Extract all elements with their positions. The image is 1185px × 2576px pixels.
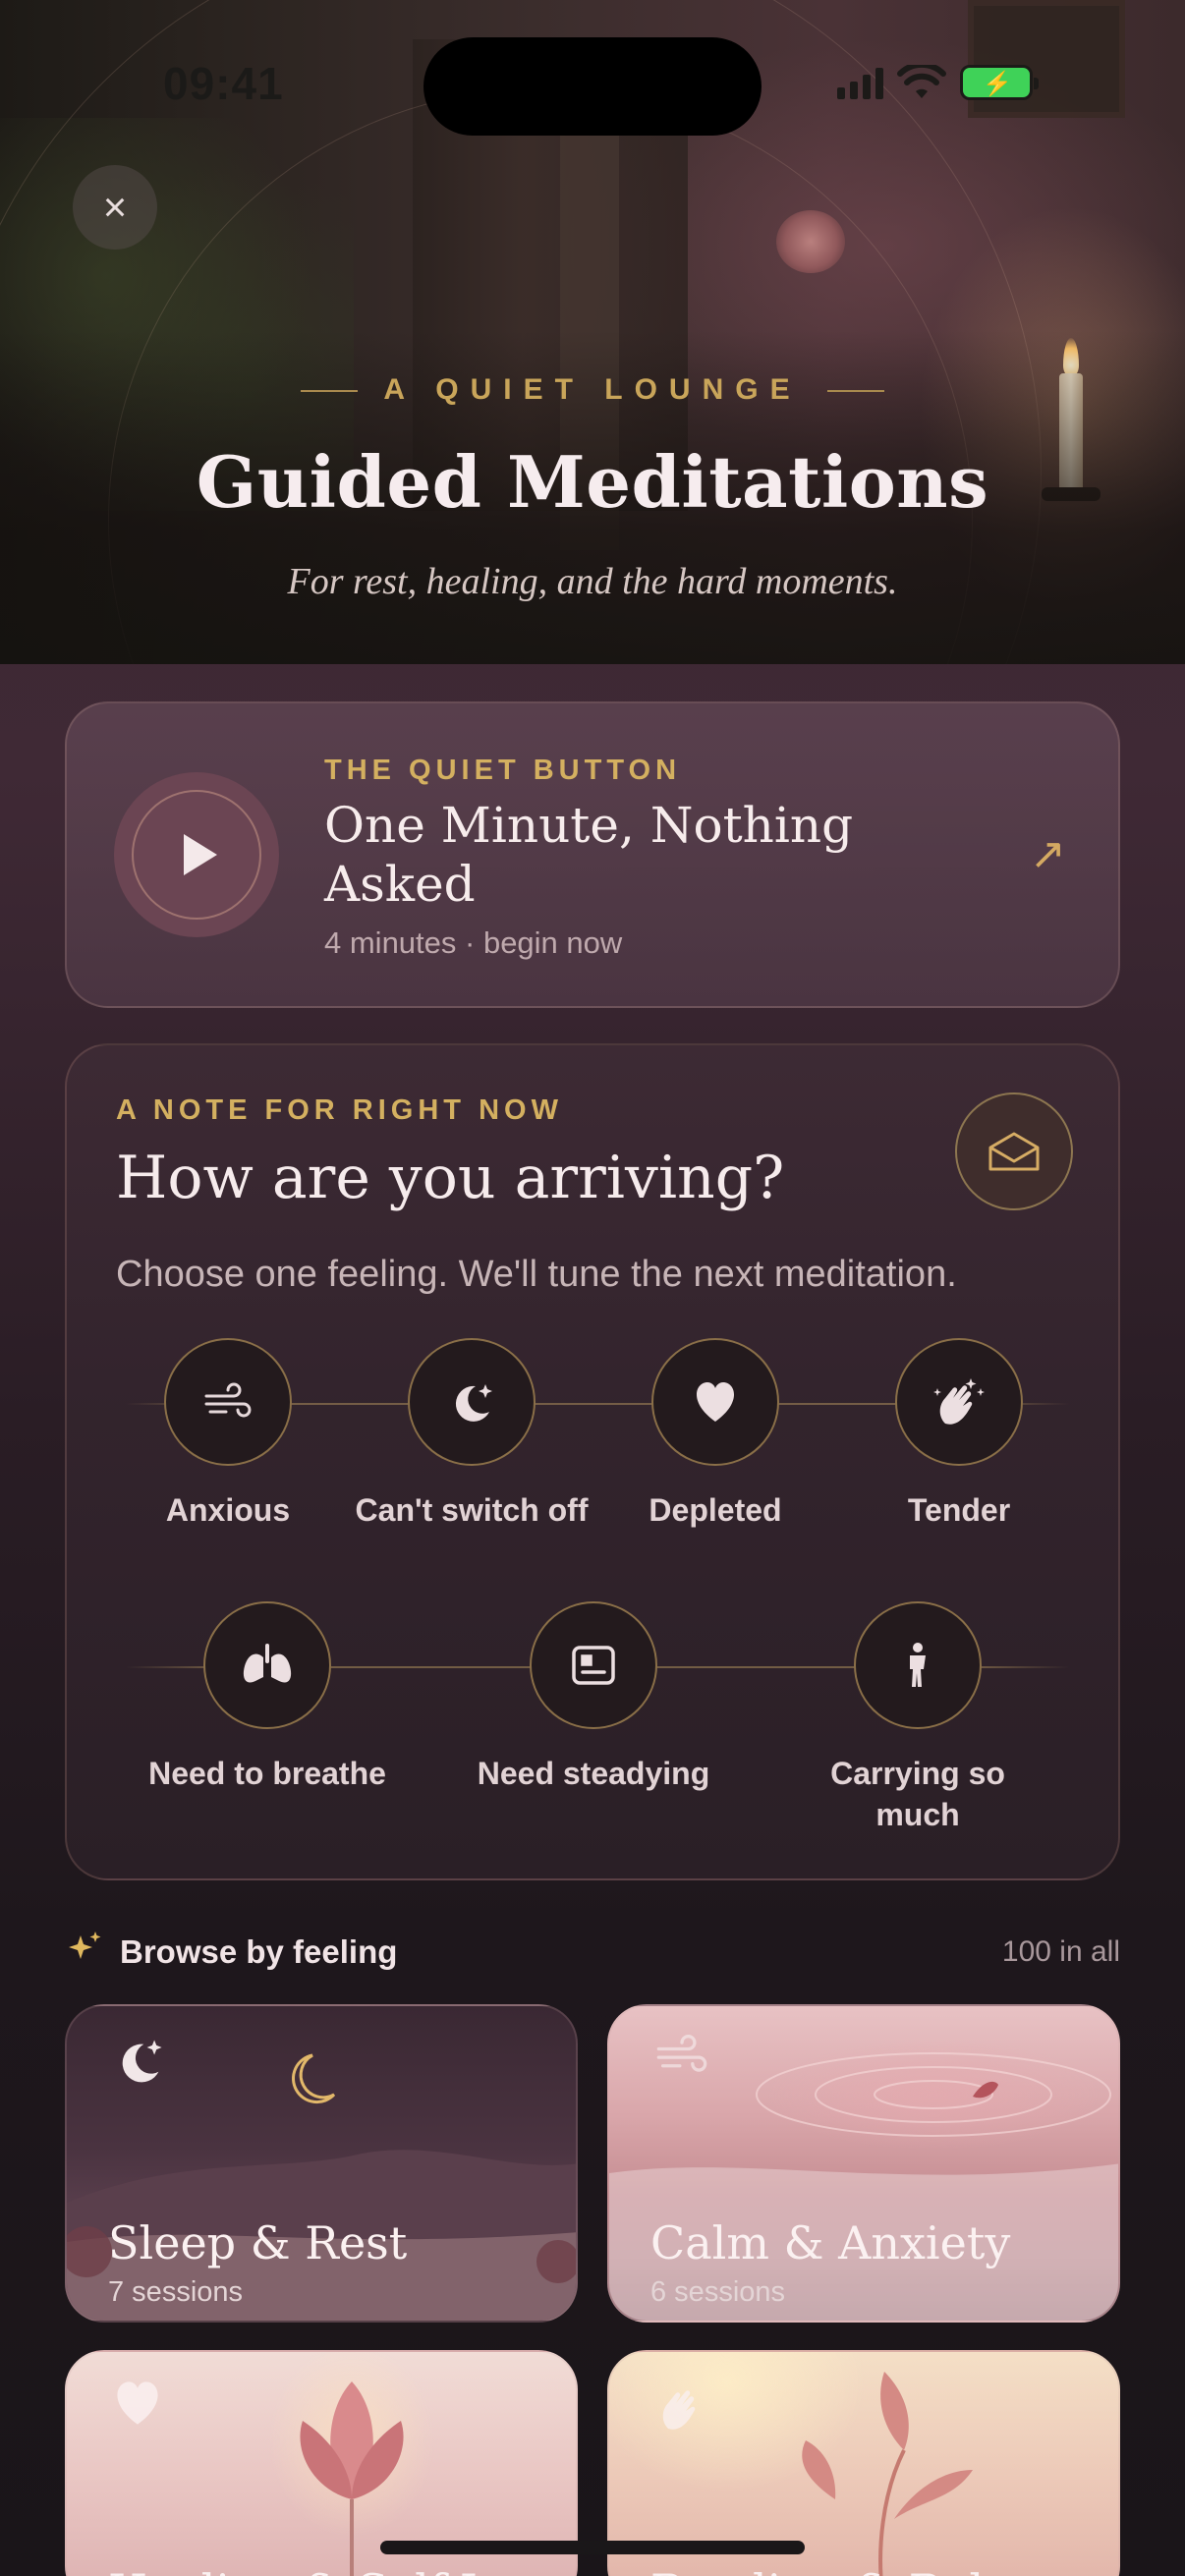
quiet-button-card[interactable]: THE QUIET BUTTON One Minute, Nothing Ask… — [65, 701, 1120, 1008]
feeling-anxious[interactable]: Anxious — [100, 1338, 356, 1531]
quiet-button-kicker: THE QUIET BUTTON — [324, 755, 682, 786]
category-tile-calm[interactable]: Calm & Anxiety 6 sessions — [607, 2004, 1120, 2323]
screen: 09:41 ⚡ × A QUIET LOUNGE Guided Meditati… — [0, 0, 1185, 2576]
feeling-cant-switch-off[interactable]: Can't switch off — [344, 1338, 599, 1531]
feeling-label: Can't switch off — [355, 1492, 589, 1528]
lungs-icon — [203, 1601, 331, 1729]
tile-name: Calm & Anxiety — [650, 2216, 1011, 2269]
dynamic-island — [423, 37, 762, 136]
arrow-up-right-icon: ↗ — [1030, 830, 1066, 878]
person-icon — [854, 1601, 982, 1729]
feeling-label: Depleted — [649, 1492, 782, 1528]
battery-icon: ⚡ — [960, 65, 1039, 100]
note-kicker: A NOTE FOR RIGHT NOW — [116, 1094, 563, 1126]
feeling-label: Tender — [907, 1492, 1011, 1528]
note-subtitle: Choose one feeling. We'll tune the next … — [116, 1254, 957, 1295]
feeling-carrying-so-much[interactable]: Carrying so much — [790, 1601, 1045, 1835]
browse-title: Browse by feeling — [120, 1933, 398, 1970]
quiet-button-title: One Minute, Nothing Asked — [324, 797, 854, 913]
wind-icon — [164, 1338, 292, 1466]
wifi-icon — [897, 65, 946, 98]
moon-stars-icon — [122, 2040, 162, 2083]
browse-section-header: Browse by feeling 100 in all — [65, 1928, 1120, 1977]
close-icon: × — [102, 184, 128, 230]
note-title: How are you arriving? — [116, 1144, 785, 1212]
moon-stars-icon — [408, 1338, 536, 1466]
feeling-label: Carrying so much — [830, 1756, 1005, 1832]
tile-name: Sleep & Rest — [108, 2216, 408, 2269]
candle-flame — [1063, 338, 1079, 377]
heart-icon — [117, 2381, 158, 2425]
category-tile-sleep[interactable]: Sleep & Rest 7 sessions — [65, 2004, 578, 2323]
heart-icon — [651, 1338, 779, 1466]
feeling-depleted[interactable]: Depleted — [588, 1338, 843, 1531]
page-title: Guided Meditations — [196, 440, 989, 524]
home-indicator[interactable] — [380, 2541, 805, 2554]
feeling-tender[interactable]: Tender — [831, 1338, 1087, 1531]
signal-icon — [837, 66, 883, 99]
clapping-hands-icon — [662, 2390, 696, 2430]
feeling-note-card: A NOTE FOR RIGHT NOW How are you arrivin… — [65, 1043, 1120, 1880]
feeling-need-steadying[interactable]: Need steadying — [466, 1601, 721, 1794]
play-icon — [184, 834, 217, 875]
sparkle-icon — [69, 1932, 101, 1959]
tile-count: 7 sessions — [108, 2276, 244, 2308]
page-subtitle: For rest, healing, and the hard moments. — [287, 561, 898, 602]
tile-name: Reading & Release — [650, 2564, 1088, 2576]
tile-name: Healing & Self-Love — [108, 2564, 569, 2576]
close-button[interactable]: × — [73, 165, 157, 250]
status-time: 09:41 — [163, 58, 284, 109]
hero-picture-frame — [968, 0, 1125, 118]
wind-icon — [656, 2035, 707, 2072]
feeling-need-to-breathe[interactable]: Need to breathe — [140, 1601, 395, 1794]
envelope-icon[interactable] — [955, 1092, 1073, 1210]
browse-count[interactable]: 100 in all — [1002, 1935, 1120, 1969]
tile-count: 6 sessions — [650, 2276, 786, 2308]
quiet-button-meta: 4 minutes · begin now — [324, 925, 623, 960]
feeling-label: Anxious — [165, 1492, 291, 1528]
clapping-hands-icon — [895, 1338, 1023, 1466]
feeling-label: Need steadying — [477, 1756, 710, 1791]
play-button[interactable] — [114, 772, 279, 937]
hero-kicker: A QUIET LOUNGE — [0, 373, 1185, 407]
feeling-label: Need to breathe — [148, 1756, 386, 1791]
card-icon — [530, 1601, 657, 1729]
status-icons: ⚡ — [837, 65, 1039, 100]
